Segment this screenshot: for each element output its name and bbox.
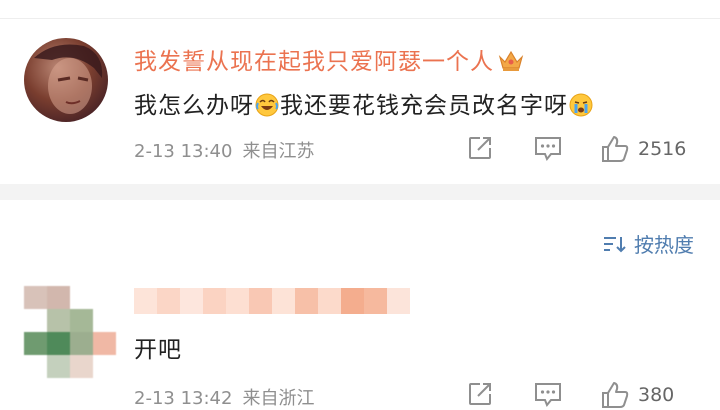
- comment-location: 来自江苏: [242, 141, 315, 162]
- comment-date: 2-13 13:40: [134, 141, 233, 162]
- comment-item: 开吧 2-13 13:42 来自浙江 380: [0, 280, 720, 409]
- like-count: 2516: [638, 138, 687, 160]
- sort-icon: [604, 236, 626, 252]
- like-icon: [602, 136, 629, 162]
- comment-meta: 2-13 13:42 来自浙江: [134, 384, 314, 410]
- repost-button[interactable]: [466, 380, 494, 408]
- repost-icon: [469, 383, 491, 405]
- comment-text: 开吧: [134, 337, 182, 363]
- like-button[interactable]: 2516: [600, 134, 686, 164]
- comment-meta: 2-13 13:40 来自江苏: [134, 137, 314, 163]
- section-divider: [0, 184, 720, 200]
- reply-icon: [535, 137, 561, 161]
- crown-icon: [498, 50, 524, 71]
- repost-button[interactable]: [466, 134, 494, 162]
- top-divider: [0, 0, 720, 19]
- like-button[interactable]: 380: [600, 380, 674, 410]
- like-icon: [602, 382, 629, 408]
- username-blurred[interactable]: [134, 288, 410, 314]
- sort-by-hot-button[interactable]: 按热度: [602, 229, 694, 258]
- repost-icon: [469, 137, 491, 159]
- comment-username[interactable]: 我发誓从现在起我只爱阿瑟一个人: [134, 42, 524, 76]
- reply-button[interactable]: [533, 134, 563, 162]
- comment-date: 2-13 13:42: [134, 388, 233, 409]
- comment-text-part2: 我还要花钱充会员改名字呀: [280, 93, 568, 119]
- like-count: 380: [638, 384, 675, 406]
- username-text[interactable]: 我发誓从现在起我只爱阿瑟一个人: [134, 49, 494, 75]
- avatar-blurred[interactable]: [24, 286, 116, 378]
- comment-text-part1: 我怎么办呀: [134, 93, 254, 119]
- comment-item: 我发誓从现在起我只爱阿瑟一个人 我怎么办呀 我还要花钱充会员改名字呀 2-13 …: [0, 30, 720, 180]
- comment-location: 来自浙江: [242, 388, 315, 409]
- reply-icon: [535, 383, 561, 407]
- reply-button[interactable]: [533, 380, 563, 408]
- sort-label: 按热度: [634, 233, 694, 257]
- comment-text: 我怎么办呀 我还要花钱充会员改名字呀: [134, 86, 594, 120]
- avatar[interactable]: [24, 38, 108, 122]
- crying-emoji-icon: [569, 93, 593, 117]
- laugh-cry-emoji-icon: [255, 93, 279, 117]
